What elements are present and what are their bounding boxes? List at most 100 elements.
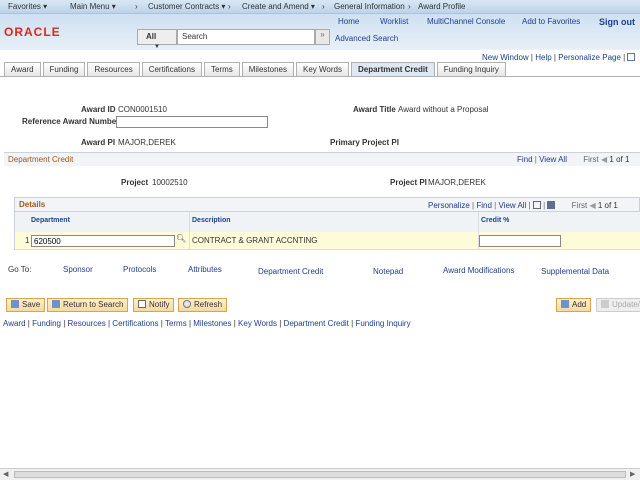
first-label[interactable]: First	[572, 201, 588, 210]
search-scope-select[interactable]: All ▼	[137, 29, 177, 50]
goto-department-credit[interactable]: Department Credit	[258, 267, 323, 276]
add-favorites-link[interactable]: Add to Favorites	[522, 17, 580, 26]
footer-award[interactable]: Award	[3, 319, 26, 328]
tab-funding-inquiry[interactable]: Funding Inquiry	[436, 62, 506, 76]
goto-sponsor[interactable]: Sponsor	[63, 265, 93, 274]
row-number: 1	[25, 236, 30, 245]
advanced-search-link[interactable]: Advanced Search	[335, 34, 398, 43]
award-pi-label: Award PI	[81, 138, 116, 147]
footer-funding-inquiry[interactable]: Funding Inquiry	[355, 319, 410, 328]
find-link[interactable]: Find	[517, 155, 533, 164]
zoom-icon[interactable]	[532, 201, 541, 209]
footer-terms[interactable]: Terms	[165, 319, 187, 328]
goto-protocols[interactable]: Protocols	[123, 265, 156, 274]
personalize-page-link[interactable]: Personalize Page	[558, 53, 621, 62]
description-value: CONTRACT & GRANT ACCNTING	[189, 232, 320, 250]
project-pi-label: Project PI	[390, 178, 427, 187]
prev-icon[interactable]: ◀	[589, 201, 595, 210]
view-all-link[interactable]: View All	[539, 155, 567, 164]
footer-funding[interactable]: Funding	[32, 319, 61, 328]
col-credit[interactable]: Credit %	[478, 212, 511, 232]
tab-funding[interactable]: Funding	[42, 62, 86, 76]
goto-award-modifications[interactable]: Award Modifications	[443, 266, 514, 275]
refresh-button[interactable]: Refresh	[178, 298, 228, 312]
col-description[interactable]: Description	[189, 212, 233, 232]
new-window-link[interactable]: New Window	[482, 53, 529, 62]
horizontal-scrollbar[interactable]: ◀ ▶	[0, 468, 640, 480]
first-label[interactable]: First	[583, 155, 599, 164]
worklist-link[interactable]: Worklist	[380, 17, 408, 26]
nav-customer-contracts[interactable]: Customer Contracts ▾	[148, 2, 225, 11]
tab-milestones[interactable]: Milestones	[241, 62, 294, 76]
return-label: Return to Search	[63, 300, 124, 309]
scope-value: All	[146, 32, 157, 41]
tab-resources[interactable]: Resources	[87, 62, 140, 76]
project-value: 10002510	[152, 178, 188, 187]
scrollbar-thumb[interactable]	[14, 471, 626, 478]
notify-icon	[138, 300, 146, 308]
tab-key-words[interactable]: Key Words	[295, 62, 349, 76]
ref-award-input[interactable]	[116, 116, 268, 128]
nav-favorites[interactable]: Favorites ▾	[8, 2, 47, 11]
footer-links: Award | Funding | Resources | Certificat…	[3, 319, 411, 328]
scroll-left-icon[interactable]: ◀	[3, 470, 8, 478]
section-title: Department Credit	[8, 155, 74, 164]
return-to-search-button[interactable]: Return to Search	[47, 298, 129, 312]
col-department[interactable]: Department	[31, 217, 70, 224]
tab-terms[interactable]: Terms	[203, 62, 240, 76]
goto-attributes[interactable]: Attributes	[188, 265, 222, 274]
award-title-label: Award Title	[353, 105, 396, 114]
add-icon	[561, 300, 569, 308]
view-all-link[interactable]: View All	[498, 201, 526, 210]
personalize-link[interactable]: Personalize	[428, 201, 470, 210]
ref-award-label: Reference Award Number	[22, 117, 120, 126]
lookup-icon[interactable]: 🔍︎	[176, 234, 186, 243]
notify-button[interactable]: Notify	[133, 298, 175, 312]
tab-bar: Award Funding Resources Certifications T…	[4, 62, 506, 76]
footer-certifications[interactable]: Certifications	[112, 319, 158, 328]
page-links: New Window | Help | Personalize Page |	[482, 53, 636, 62]
footer-milestones[interactable]: Milestones	[193, 319, 231, 328]
tab-certifications[interactable]: Certifications	[141, 62, 202, 76]
find-link[interactable]: Find	[476, 201, 492, 210]
department-input[interactable]	[31, 235, 175, 247]
details-title: Details	[19, 200, 46, 209]
search-go-button[interactable]: »	[315, 29, 330, 45]
tab-award[interactable]: Award	[4, 62, 41, 76]
award-pi-value: MAJOR,DEREK	[118, 138, 176, 147]
search-input[interactable]: Search	[177, 29, 315, 45]
project-label: Project	[121, 178, 149, 187]
details-header: Details Personalize | Find | View All | …	[14, 197, 640, 212]
download-icon[interactable]	[547, 201, 556, 209]
help-link[interactable]: Help	[535, 53, 551, 62]
footer-key-words[interactable]: Key Words	[238, 319, 277, 328]
nav-create-amend[interactable]: Create and Amend ▾	[242, 2, 315, 11]
project-pi-value: MAJOR,DEREK	[428, 178, 486, 187]
add-label: Add	[572, 300, 587, 309]
save-button[interactable]: Save	[6, 298, 46, 312]
multichannel-link[interactable]: MultiChannel Console	[427, 17, 505, 26]
nav-award-profile[interactable]: Award Profile	[418, 2, 465, 11]
primary-pi-label: Primary Project PI	[330, 138, 399, 147]
nav-general-info[interactable]: General Information	[334, 2, 405, 11]
goto-notepad[interactable]: Notepad	[373, 267, 403, 276]
tab-department-credit[interactable]: Department Credit	[350, 62, 435, 76]
department-credit-header: Department Credit Find | View All First …	[4, 152, 640, 166]
prev-icon[interactable]: ◀	[601, 155, 607, 164]
update-display-button[interactable]: Update/Display	[596, 298, 640, 312]
grid-icon[interactable]	[627, 53, 636, 61]
tab-divider	[0, 76, 640, 77]
footer-department-credit[interactable]: Department Credit	[284, 319, 349, 328]
sign-out-link[interactable]: Sign out	[599, 17, 635, 27]
goto-supplemental-data[interactable]: Supplemental Data	[541, 267, 609, 276]
home-link[interactable]: Home	[338, 17, 359, 26]
nav-main-menu[interactable]: Main Menu ▾	[70, 2, 116, 11]
credit-input[interactable]	[479, 235, 561, 247]
row-count: 1 of 1	[609, 155, 630, 164]
refresh-label: Refresh	[194, 300, 223, 309]
oracle-logo: ORACLE	[4, 25, 61, 39]
award-id-label: Award ID	[81, 105, 116, 114]
add-button[interactable]: Add	[556, 298, 592, 312]
footer-resources[interactable]: Resources	[68, 319, 106, 328]
scroll-right-icon[interactable]: ▶	[630, 470, 635, 478]
